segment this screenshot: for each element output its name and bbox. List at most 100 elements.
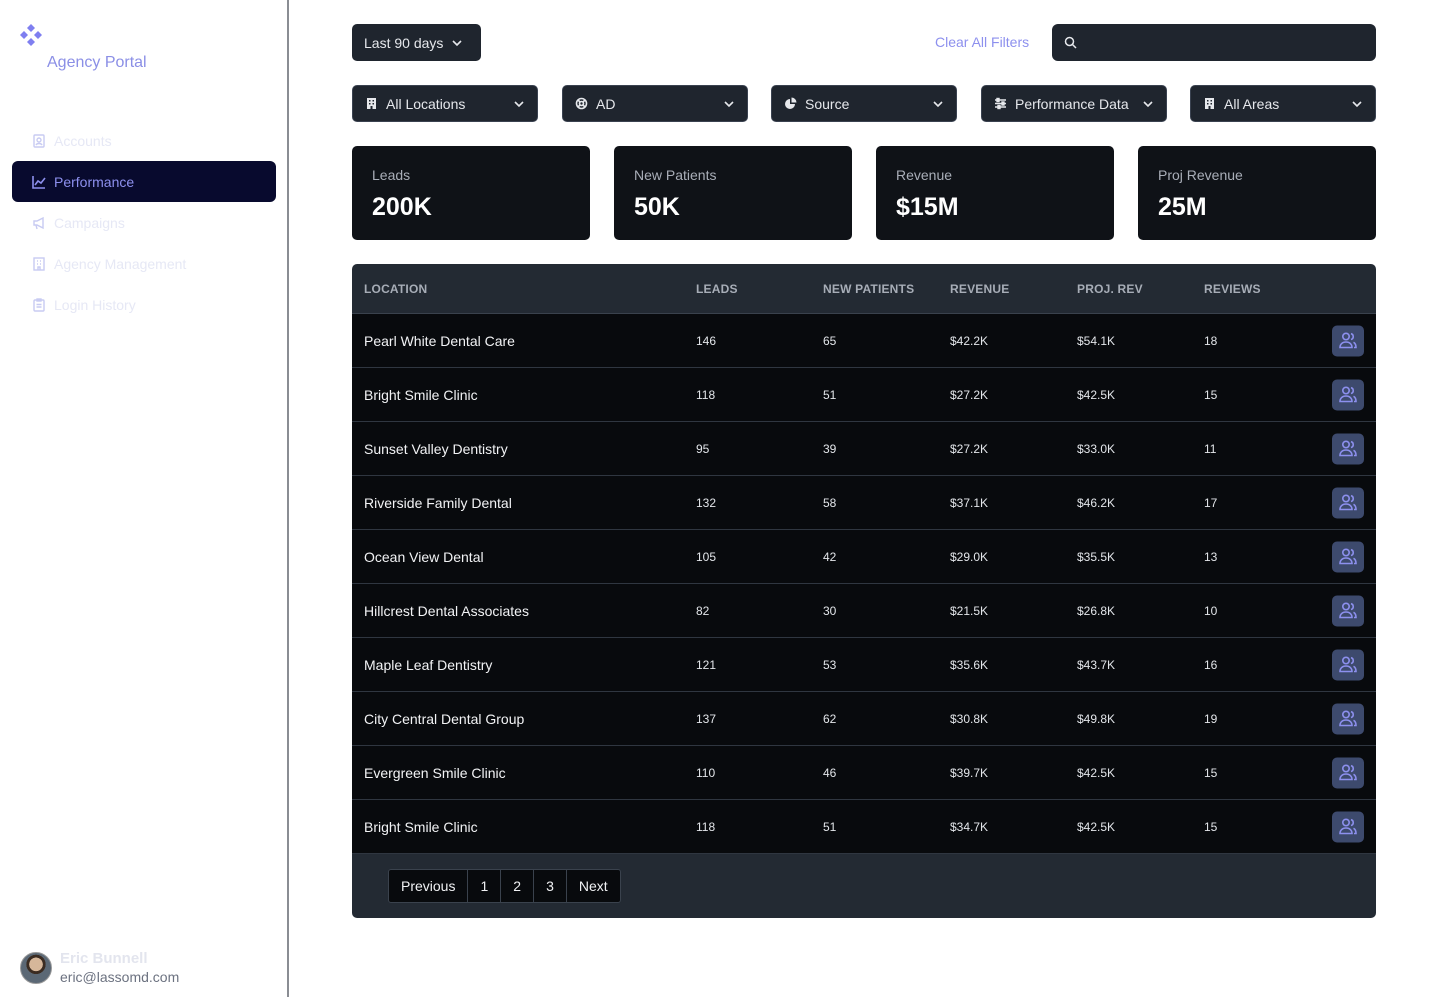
- clear-all-filters-link[interactable]: Clear All Filters: [935, 34, 1029, 50]
- sidebar-item-performance[interactable]: Performance: [12, 161, 276, 202]
- filter-performance-data[interactable]: Performance Data: [981, 85, 1167, 122]
- table-row[interactable]: Riverside Family Dental 132 58 $37.1K $46.2K…: [352, 476, 1376, 530]
- building-icon: [1203, 97, 1216, 110]
- building-icon: [32, 256, 46, 271]
- sidebar-item-accounts[interactable]: Accounts: [12, 120, 276, 161]
- sidebar-item-label: Agency Management: [54, 255, 187, 272]
- stat-title: New Patients: [634, 167, 717, 183]
- location-cell: Hillcrest Dental Associates: [364, 602, 529, 619]
- table-row[interactable]: City Central Dental Group 137 62 $30.8K $49.…: [352, 692, 1376, 746]
- sidebar-item-label: Campaigns: [54, 214, 125, 231]
- sidebar: Agency Portal Accounts Performance Campa…: [0, 0, 289, 997]
- sidebar-item-label: Accounts: [54, 132, 112, 149]
- view-patients-button[interactable]: [1332, 703, 1364, 734]
- new-patients-cell: 53: [823, 657, 837, 672]
- view-patients-button[interactable]: [1332, 379, 1364, 410]
- page-1-button[interactable]: 1: [468, 870, 502, 902]
- column-header-revenue[interactable]: REVENUE: [950, 282, 1009, 296]
- new-patients-cell: 62: [823, 711, 837, 726]
- column-header-reviews[interactable]: REVIEWS: [1204, 282, 1261, 296]
- sliders-icon: [994, 97, 1007, 110]
- column-header-leads[interactable]: LEADS: [696, 282, 738, 296]
- leads-cell: 110: [696, 765, 716, 780]
- filter-label: All Areas: [1224, 95, 1280, 112]
- revenue-cell: $35.6K: [950, 657, 989, 672]
- leads-cell: 137: [696, 711, 717, 726]
- revenue-cell: $21.5K: [950, 603, 989, 618]
- megaphone-icon: [32, 216, 46, 230]
- new-patients-cell: 30: [823, 603, 837, 618]
- table-row[interactable]: Maple Leaf Dentistry 121 53 $35.6K $43.7K 16: [352, 638, 1376, 692]
- table-header: LOCATION LEADS NEW PATIENTS REVENUE PROJ…: [352, 264, 1376, 314]
- filter-source[interactable]: Source: [771, 85, 957, 122]
- column-header-proj-rev[interactable]: PROJ. REV: [1077, 282, 1143, 296]
- users-icon: [1339, 332, 1357, 349]
- chevron-down-icon: [1352, 100, 1362, 107]
- revenue-cell: $34.7K: [950, 819, 989, 834]
- building-icon: [365, 97, 378, 110]
- search-box[interactable]: [1052, 24, 1376, 61]
- period-label: Last 90 days: [364, 34, 444, 51]
- user-profile[interactable]: Eric Bunnell eric@lassomd.com: [20, 950, 179, 986]
- filter-areas[interactable]: All Areas: [1190, 85, 1376, 122]
- leads-cell: 118: [696, 819, 716, 834]
- chevron-down-icon: [514, 100, 524, 107]
- stat-value: 200K: [372, 193, 432, 221]
- reviews-cell: 17: [1204, 495, 1218, 510]
- avatar: [20, 952, 52, 984]
- view-patients-button[interactable]: [1332, 541, 1364, 572]
- table-row[interactable]: Bright Smile Clinic 118 51 $27.2K $42.5K 15: [352, 368, 1376, 422]
- chart-line-icon: [32, 175, 46, 189]
- filter-label: Performance Data: [1015, 95, 1129, 112]
- sidebar-item-campaigns[interactable]: Campaigns: [12, 202, 276, 243]
- revenue-cell: $39.7K: [950, 765, 989, 780]
- revenue-cell: $37.1K: [950, 495, 989, 510]
- filter-ad[interactable]: AD: [562, 85, 748, 122]
- chevron-down-icon: [1143, 100, 1153, 107]
- table-row[interactable]: Evergreen Smile Clinic 110 46 $39.7K $42.5K 1…: [352, 746, 1376, 800]
- view-patients-button[interactable]: [1332, 433, 1364, 464]
- view-patients-button[interactable]: [1332, 487, 1364, 518]
- new-patients-cell: 39: [823, 441, 837, 456]
- view-patients-button[interactable]: [1332, 325, 1364, 356]
- clipboard-icon: [32, 297, 46, 312]
- previous-page-button[interactable]: Previous: [389, 870, 469, 902]
- sidebar-item-login-history[interactable]: Login History: [12, 284, 276, 325]
- proj-rev-cell: $42.5K: [1077, 819, 1116, 834]
- column-header-new-patients[interactable]: NEW PATIENTS: [823, 282, 914, 296]
- view-patients-button[interactable]: [1332, 649, 1364, 680]
- users-icon: [1339, 440, 1357, 457]
- sidebar-item-agency-management[interactable]: Agency Management: [12, 243, 276, 284]
- chevron-down-icon: [933, 100, 943, 107]
- logo-icon: [20, 24, 42, 46]
- filter-locations[interactable]: All Locations: [352, 85, 538, 122]
- stat-value: 50K: [634, 193, 680, 221]
- table-row[interactable]: Sunset Valley Dentistry 95 39 $27.2K $33.0K 1…: [352, 422, 1376, 476]
- revenue-cell: $29.0K: [950, 549, 989, 564]
- proj-rev-cell: $49.8K: [1077, 711, 1116, 726]
- location-cell: Ocean View Dental: [364, 548, 484, 565]
- next-page-button[interactable]: Next: [567, 870, 620, 902]
- view-patients-button[interactable]: [1332, 757, 1364, 788]
- filter-label: All Locations: [386, 95, 466, 112]
- reviews-cell: 19: [1204, 711, 1218, 726]
- view-patients-button[interactable]: [1332, 595, 1364, 626]
- proj-rev-cell: $46.2K: [1077, 495, 1116, 510]
- table-row[interactable]: Bright Smile Clinic 118 51 $34.7K $42.5K 15: [352, 800, 1376, 854]
- column-header-location[interactable]: LOCATION: [364, 282, 427, 296]
- table-row[interactable]: Pearl White Dental Care 146 65 $42.2K $54.1K…: [352, 314, 1376, 368]
- table-row[interactable]: Ocean View Dental 105 42 $29.0K $35.5K 13: [352, 530, 1376, 584]
- page-2-button[interactable]: 2: [501, 870, 535, 902]
- reviews-cell: 15: [1204, 387, 1218, 402]
- stat-value: $15M: [896, 193, 959, 221]
- page-3-button[interactable]: 3: [534, 870, 567, 902]
- search-input[interactable]: [1085, 34, 1365, 51]
- period-dropdown[interactable]: Last 90 days: [352, 24, 481, 61]
- table-row[interactable]: Hillcrest Dental Associates 82 30 $21.5K $26…: [352, 584, 1376, 638]
- location-cell: Bright Smile Clinic: [364, 818, 478, 835]
- reviews-cell: 16: [1204, 657, 1218, 672]
- users-icon: [1339, 710, 1357, 727]
- view-patients-button[interactable]: [1332, 811, 1364, 842]
- proj-rev-cell: $35.5K: [1077, 549, 1116, 564]
- leads-cell: 118: [696, 387, 716, 402]
